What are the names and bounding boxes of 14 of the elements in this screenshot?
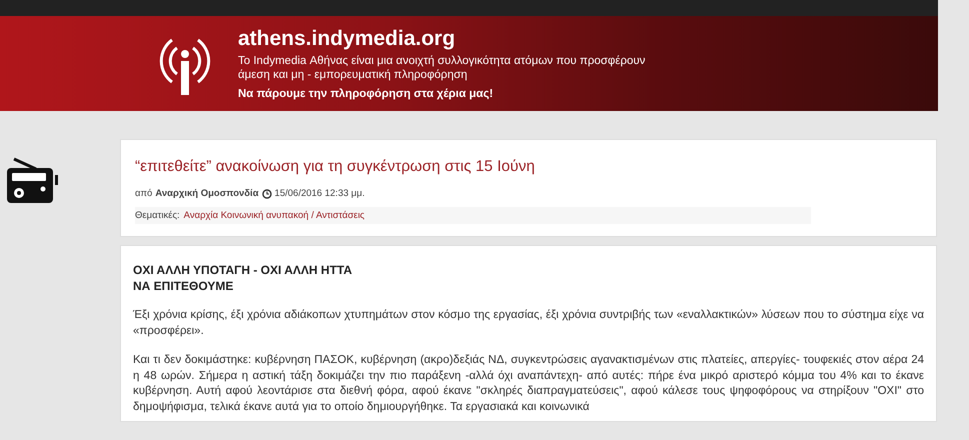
site-slogan: Να πάρουμε την πληροφόρηση στα χέρια μας! <box>238 88 494 100</box>
site-tagline: Το Indymedia Αθήνας είναι μια ανοιχτή συλλογικότητα ατόμων που προσφέρουν άμεση και μη - εμπορευματική πληροφόρηση <box>238 54 646 82</box>
article-heading: ΟΧΙ ΑΛΛΗ ΥΠΟΤΑΓΗ - ΟΧΙ ΑΛΛΗ ΗΤΤΑ ΝΑ ΕΠΙΤΕΘΟΥΜΕ <box>133 262 354 294</box>
article-paragraph: Έξι χρόνια κρίσης, έξι χρόνια αδιάκοπων χτυπημάτων στον κόσμο της εργασίας, έξι χρόνια συντριβής των «εναλλακτικών» λύσεων που το σύστημα είχε να «προσφέρει». <box>133 308 924 339</box>
radio-icon <box>6 155 58 205</box>
post-date: 15/06/2016 12:33 μμ. <box>274 188 365 199</box>
site-title: athens.indymedia.org <box>238 26 456 51</box>
article-paragraph: Και τι δεν δοκιμάστηκε: κυβέρνηση ΠΑΣΟΚ, κυβέρνηση (ακρο)δεξιάς ΝΔ, συγκεντρώσεις αγανακτισμένων στις πλατείες, απεργίες- τουφεκιές στον αέρα 24 η 48 ωρών. Σήμερα η αστική τάξη δοκιμάζει την πιο παράξενη -αλλά όχι αναπάντεχη- από αυτές: πήρε ένα μικρό αριστερό κόμμα του 4% και το έκανε κυβέρνηση. Αυτή αφού λεοντάρισε στα διεθνή φόρα, αφού έκανε "σκληρές διαπραγματεύσεις", αφού κάλεσε τους ψηφοφόρους να στηρίξουν "ΟΧΙ" στο δημοψήφισμα, τελικά έκανε αυτά για το οποίο δημιουργήθηκε. Τα εργασιακά και κοινωνικά <box>133 353 924 415</box>
topic-link[interactable]: Αναρχία Κοινωνική ανυπακοή / Αντιστάσεις <box>184 210 365 221</box>
topics-label: Θεματικές: <box>135 210 180 221</box>
byline-label: από <box>135 188 152 199</box>
article-title: “επιτεθείτε” ανακοίνωση για τη συγκέντρωση στις 15 Ιούνη <box>135 158 536 176</box>
author-name: Αναρχική Ομοσπονδία <box>155 188 259 199</box>
clock-icon <box>262 188 272 198</box>
